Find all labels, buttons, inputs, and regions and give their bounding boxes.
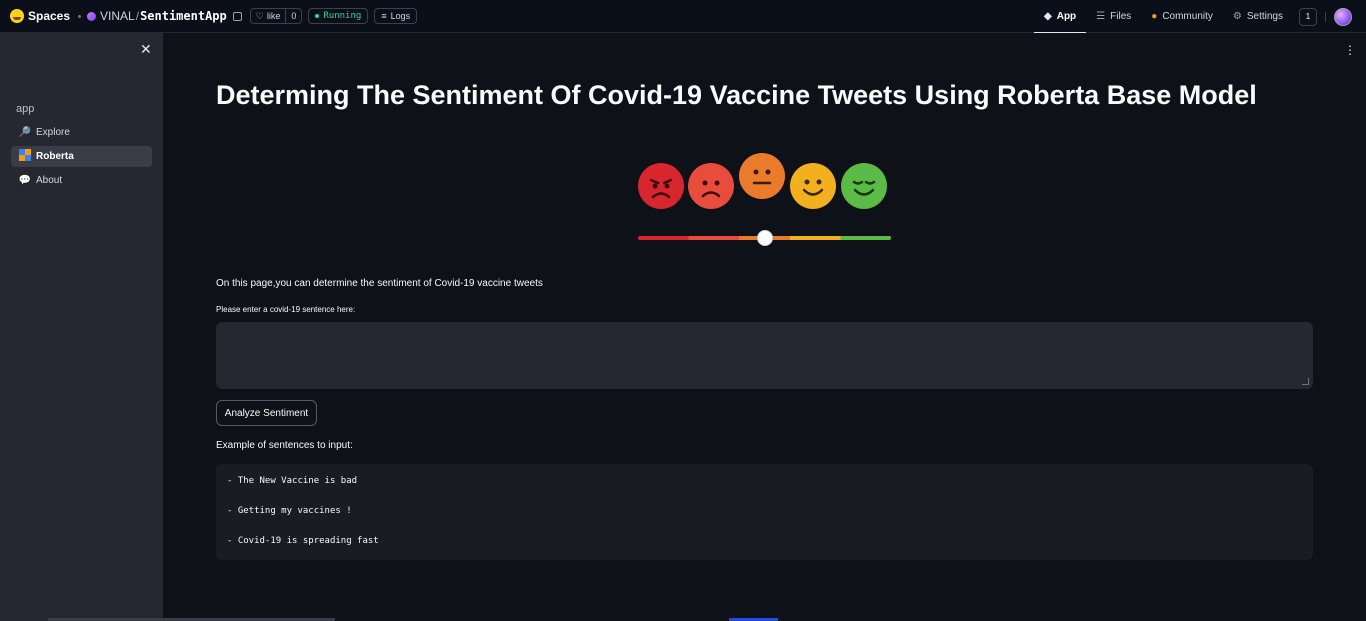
user-avatar[interactable] xyxy=(1334,7,1352,26)
files-icon: ☰ xyxy=(1096,11,1106,22)
magnifier-icon: 🔎 xyxy=(18,127,32,138)
examples-code-block: - The New Vaccine is bad - Getting my va… xyxy=(216,464,1313,560)
logs-label: Logs xyxy=(390,11,411,21)
main-content: ⋮ Determing The Sentiment Of Covid-19 Va… xyxy=(163,33,1366,621)
status-label: Running xyxy=(323,11,362,21)
sidebar-item-label: Explore xyxy=(36,127,70,138)
sidebar-item-about[interactable]: 💬 About xyxy=(11,170,152,191)
page-title: Determing The Sentiment Of Covid-19 Vacc… xyxy=(216,80,1257,110)
tab-settings[interactable]: ⚙ Settings xyxy=(1223,0,1293,33)
status-dot-icon xyxy=(315,14,320,18)
notification-count: 1 xyxy=(1305,12,1311,21)
sentence-input[interactable] xyxy=(216,322,1313,389)
sidebar-item-explore[interactable]: 🔎 Explore xyxy=(11,122,152,143)
sentence-input-label: Please enter a covid-19 sentence here: xyxy=(216,305,356,314)
separator-dot xyxy=(78,14,82,18)
tab-app-label: App xyxy=(1056,10,1077,22)
tab-app[interactable]: ◆ App xyxy=(1034,0,1087,33)
like-button[interactable]: ♡ like 0 xyxy=(249,8,303,24)
resize-handle-icon[interactable] xyxy=(1302,378,1309,385)
brand-label: Spaces xyxy=(28,9,71,23)
logs-icon: ≡ xyxy=(381,11,387,21)
sidebar: ✕ app 🔎 Explore Roberta 💬 About xyxy=(0,33,163,621)
community-icon: ● xyxy=(1151,11,1158,22)
owner-avatar xyxy=(87,11,97,21)
example-sentence: - Getting my vaccines ! xyxy=(227,506,352,516)
heart-icon: ♡ xyxy=(255,10,264,21)
sidebar-item-label: About xyxy=(36,175,63,186)
page-description: On this page,you can determine the senti… xyxy=(216,278,543,289)
roberta-icon xyxy=(18,148,32,165)
examples-title: Example of sentences to input: xyxy=(216,440,353,451)
notification-button[interactable]: 1 xyxy=(1299,7,1317,26)
status-badge[interactable]: Running xyxy=(308,8,369,24)
nav-divider xyxy=(1325,11,1326,22)
space-nav: ◆ App ☰ Files ● Community ⚙ Settings 1 xyxy=(1034,0,1352,33)
neutral-face-icon xyxy=(739,153,785,199)
analyze-sentiment-button[interactable]: Analyze Sentiment xyxy=(216,400,317,426)
tab-community[interactable]: ● Community xyxy=(1141,0,1223,33)
sad-face-icon xyxy=(688,163,734,209)
repo-breadcrumb: VINAL / SentimentApp xyxy=(87,9,227,23)
tab-community-label: Community xyxy=(1162,11,1213,22)
repo-name-link[interactable]: SentimentApp xyxy=(140,9,227,23)
tab-settings-label: Settings xyxy=(1246,11,1283,22)
kebab-menu-icon[interactable]: ⋮ xyxy=(1344,43,1356,57)
like-count: 0 xyxy=(285,9,301,23)
example-sentence: - Covid-19 is spreading fast xyxy=(227,536,379,546)
angry-face-icon xyxy=(638,163,684,209)
sidebar-item-roberta[interactable]: Roberta xyxy=(11,146,152,167)
sentiment-slider[interactable] xyxy=(638,230,891,246)
tab-files[interactable]: ☰ Files xyxy=(1086,0,1141,33)
top-bar: Spaces VINAL / SentimentApp ♡ like 0 Runn… xyxy=(0,0,1366,33)
speech-bubble-icon: 💬 xyxy=(18,175,32,186)
tab-files-label: Files xyxy=(1110,11,1132,22)
like-label: like xyxy=(266,11,281,21)
sentiment-faces xyxy=(638,153,898,213)
owner-link[interactable]: VINAL xyxy=(100,9,135,23)
copy-icon[interactable] xyxy=(232,11,242,21)
cube-icon: ◆ xyxy=(1044,10,1052,22)
close-icon[interactable]: ✕ xyxy=(140,41,152,58)
sidebar-item-label: Roberta xyxy=(36,151,74,162)
breadcrumb-separator: / xyxy=(135,9,140,23)
logs-button[interactable]: ≡ Logs xyxy=(374,8,418,24)
gear-icon: ⚙ xyxy=(1232,11,1242,22)
very-happy-face-icon xyxy=(841,163,887,209)
slider-thumb[interactable] xyxy=(756,230,773,246)
hugging-face-logo-icon xyxy=(10,9,24,23)
happy-face-icon xyxy=(790,163,836,209)
example-sentence: - The New Vaccine is bad xyxy=(227,476,358,486)
spaces-link[interactable]: Spaces xyxy=(10,9,70,23)
sidebar-title: app xyxy=(16,103,35,115)
